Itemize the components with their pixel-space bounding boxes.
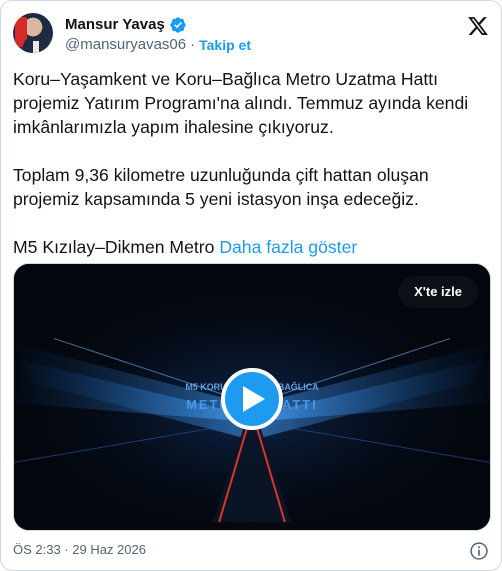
tweet-timestamp[interactable]: ÖS 2:33 · 29 Haz 2026	[13, 541, 146, 559]
shirt-shape	[33, 41, 39, 53]
author-name-row: Mansur Yavaş	[65, 15, 187, 35]
author-handle-row: @mansuryavas06 · Takip et	[65, 35, 251, 55]
info-icon[interactable]	[469, 541, 489, 561]
tweet-paragraph-3-text: M5 Kızılay–Dikmen Metro	[13, 237, 215, 257]
separator-dot: ·	[190, 36, 196, 53]
author-handle[interactable]: @mansuryavas06	[65, 35, 186, 55]
show-more-link[interactable]: Daha fazla göster	[219, 237, 357, 257]
avatar[interactable]	[13, 13, 53, 53]
play-button[interactable]	[221, 368, 283, 430]
follow-button[interactable]: Takip et	[199, 35, 251, 55]
tweet-text: Koru–Yaşamkent ve Koru–Bağlıca Metro Uza…	[13, 67, 491, 259]
author-name[interactable]: Mansur Yavaş	[65, 15, 165, 35]
watch-on-x-button[interactable]: X'te izle	[398, 276, 478, 308]
tweet-paragraph-1: Koru–Yaşamkent ve Koru–Bağlıca Metro Uza…	[13, 69, 469, 137]
verified-badge-icon	[170, 17, 186, 33]
x-logo-icon[interactable]	[467, 15, 489, 37]
tweet-card: Mansur Yavaş @mansuryavas06 · Takip et K…	[0, 0, 502, 571]
play-icon	[243, 386, 265, 412]
tweet-header: Mansur Yavaş @mansuryavas06 · Takip et	[13, 13, 489, 57]
tweet-paragraph-3: M5 Kızılay–Dikmen Metro Daha fazla göste…	[13, 235, 491, 259]
tweet-paragraph-2: Toplam 9,36 kilometre uzunluğunda çift h…	[13, 165, 429, 209]
video-player[interactable]: M5 KORU - YA... ...U - BAĞLICA METRO ...…	[13, 263, 491, 531]
